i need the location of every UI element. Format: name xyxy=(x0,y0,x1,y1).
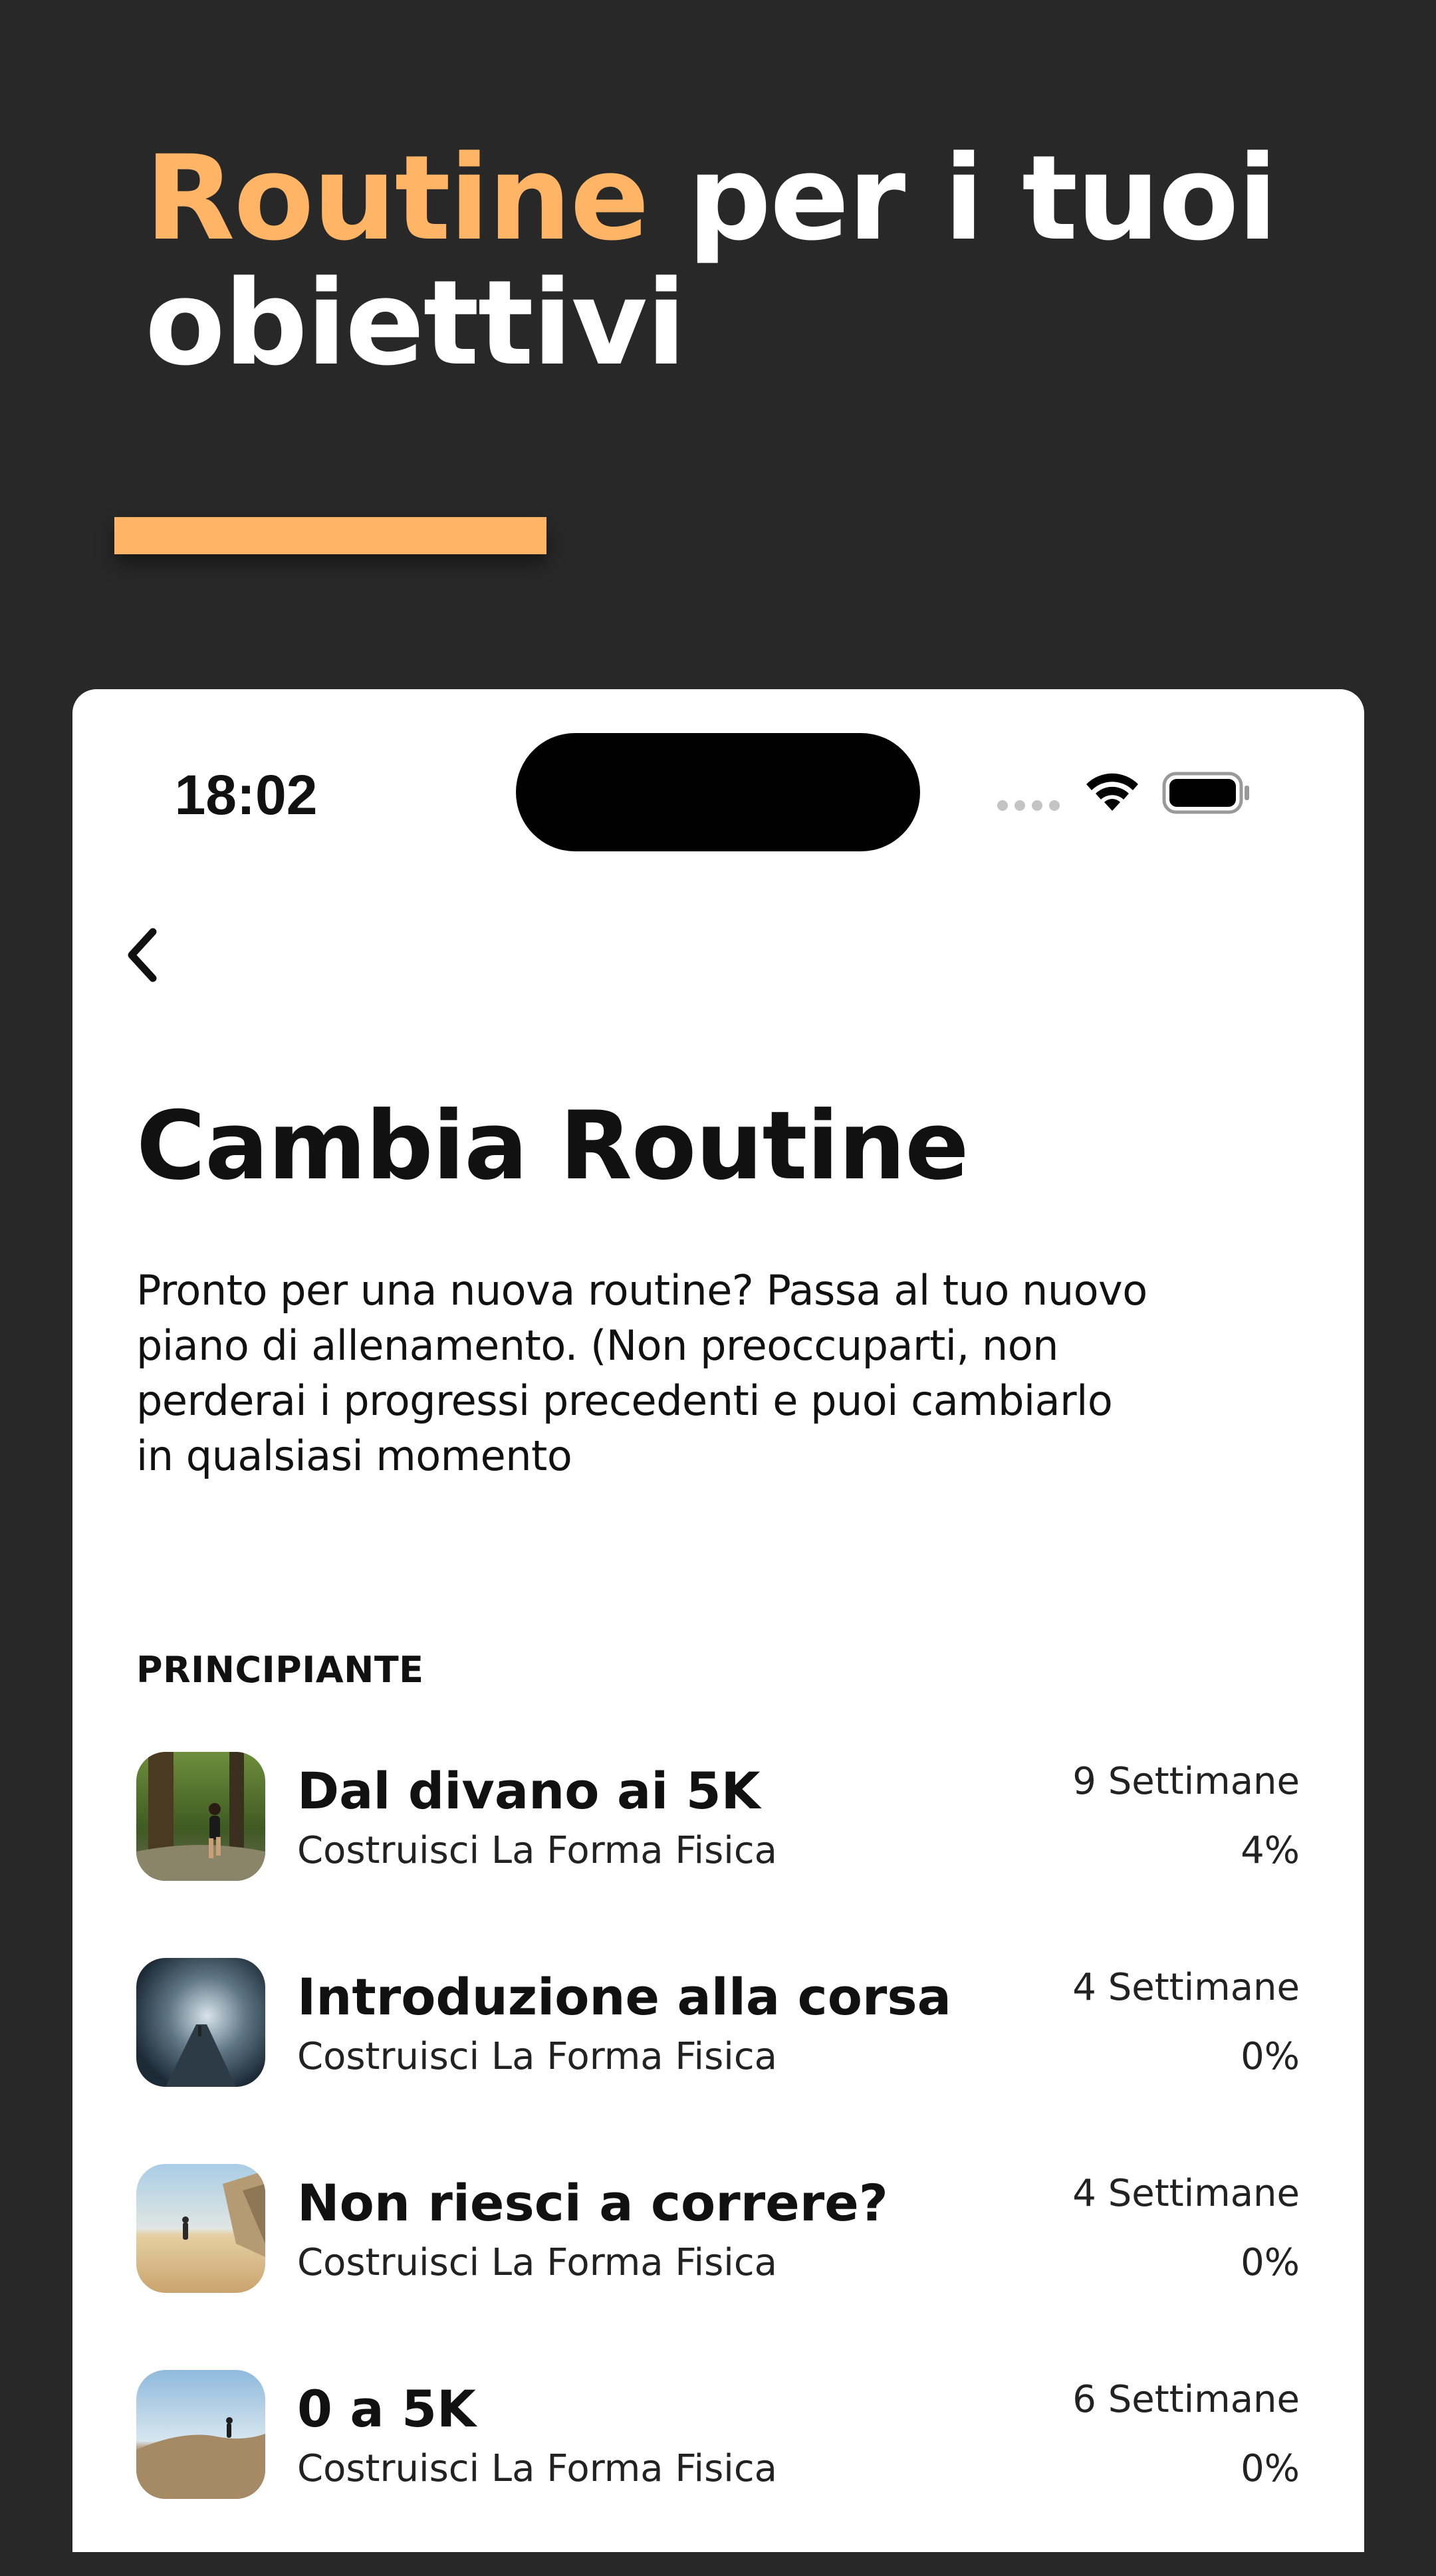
wifi-icon xyxy=(1086,773,1138,811)
routine-weeks: 6 Settimane xyxy=(1072,2378,1300,2421)
routine-item[interactable]: 0 a 5K Costruisci La Forma Fisica 6 Sett… xyxy=(136,2370,1300,2576)
page-title: Cambia Routine xyxy=(136,1091,969,1201)
routine-name: 0 a 5K xyxy=(297,2379,476,2438)
routine-subtitle: Costruisci La Forma Fisica xyxy=(297,2035,777,2078)
routine-progress: 0% xyxy=(1241,2035,1300,2078)
routine-subtitle: Costruisci La Forma Fisica xyxy=(297,2241,777,2284)
routine-progress: 4% xyxy=(1241,1829,1300,1872)
routine-name: Introduzione alla corsa xyxy=(297,1967,951,2026)
marketing-headline: Routine per i tuoi obiettivi xyxy=(145,136,1342,386)
headline-accent: Routine xyxy=(145,130,650,267)
misty-road-photo xyxy=(136,1958,265,2087)
section-label: PRINCIPIANTE xyxy=(136,1649,424,1691)
battery-icon xyxy=(1162,772,1249,814)
routine-item[interactable]: Non riesci a correre? Costruisci La Form… xyxy=(136,2164,1300,2370)
routine-subtitle: Costruisci La Forma Fisica xyxy=(297,2447,777,2490)
routine-name: Dal divano ai 5K xyxy=(297,1761,761,1820)
signal-icon xyxy=(997,800,1064,811)
routine-list: Dal divano ai 5K Costruisci La Forma Fis… xyxy=(136,1752,1300,2576)
status-time: 18:02 xyxy=(174,764,318,826)
routine-progress: 0% xyxy=(1241,2447,1300,2490)
routine-item[interactable]: Introduzione alla corsa Costruisci La Fo… xyxy=(136,1958,1300,2164)
hill-runner-photo xyxy=(136,2370,265,2499)
back-button[interactable] xyxy=(118,925,172,985)
routine-weeks: 4 Settimane xyxy=(1072,1966,1300,2009)
dynamic-island xyxy=(516,733,920,851)
routine-weeks: 4 Settimane xyxy=(1072,2172,1300,2215)
routine-name: Non riesci a correre? xyxy=(297,2173,888,2232)
routine-weeks: 9 Settimane xyxy=(1072,1760,1300,1803)
chevron-left-icon xyxy=(128,928,157,982)
accent-underline xyxy=(114,517,546,554)
routine-item[interactable]: Dal divano ai 5K Costruisci La Forma Fis… xyxy=(136,1752,1300,1958)
forest-runner-photo xyxy=(136,1752,265,1881)
routine-subtitle: Costruisci La Forma Fisica xyxy=(297,1829,777,1872)
routine-progress: 0% xyxy=(1241,2241,1300,2284)
beach-runner-photo xyxy=(136,2164,265,2293)
page-description: Pronto per una nuova routine? Passa al t… xyxy=(136,1266,1147,1480)
